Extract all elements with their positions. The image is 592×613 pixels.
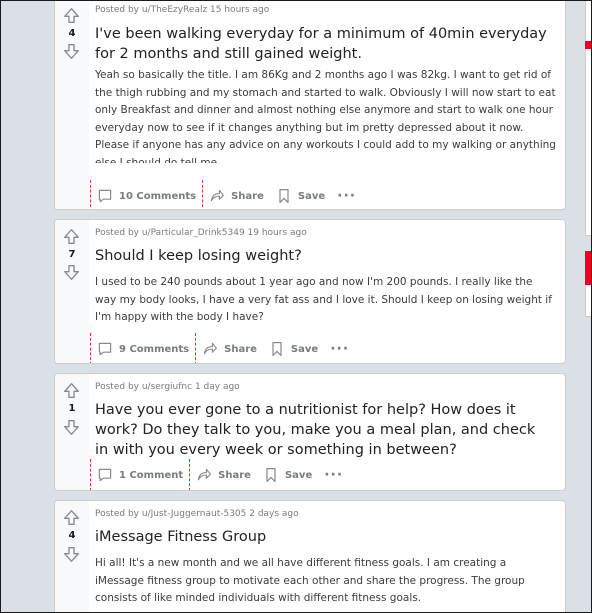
save-button[interactable]: Save xyxy=(263,336,324,362)
bookmark-icon xyxy=(266,468,276,482)
post-title[interactable]: I've been walking everyday for a minimum… xyxy=(95,24,555,64)
vote-score: 1 xyxy=(68,403,76,414)
post-actions: 10 Comments Share Save ··· xyxy=(90,180,362,209)
post-meta[interactable]: Posted by u/sergiufnc 1 day ago xyxy=(95,382,240,392)
vote-column: 1 xyxy=(55,374,89,490)
vote-column: 4 xyxy=(55,0,89,209)
comments-label: 9 Comments xyxy=(119,343,190,355)
sidebar-accent-bar-2 xyxy=(585,251,592,285)
vote-score: 7 xyxy=(68,249,76,260)
vote-score: 4 xyxy=(68,530,76,541)
share-label: Share xyxy=(231,190,264,202)
upvote-icon[interactable] xyxy=(63,7,80,24)
upvote-icon[interactable] xyxy=(63,509,80,526)
post-body[interactable]: Hi all! It's a new month and we all have… xyxy=(95,555,557,609)
share-icon xyxy=(210,189,225,202)
comment-icon xyxy=(98,189,112,203)
sidebar-accent-bar xyxy=(585,41,592,49)
comments-button[interactable]: 9 Comments xyxy=(91,336,195,362)
post-title[interactable]: Have you ever gone to a nutritionist for… xyxy=(95,400,547,460)
comments-button[interactable]: 1 Comment xyxy=(91,462,189,488)
bookmark-icon xyxy=(279,189,289,203)
share-button[interactable]: Share xyxy=(203,183,270,209)
share-icon xyxy=(198,468,212,481)
post-actions: 9 Comments Share Save ··· xyxy=(90,333,355,363)
post-meta[interactable]: Posted by u/Particular_Drink5349 19 hour… xyxy=(95,228,307,238)
comments-button[interactable]: 10 Comments xyxy=(91,183,202,209)
downvote-icon[interactable] xyxy=(63,264,80,281)
downvote-icon[interactable] xyxy=(63,43,80,60)
vote-column: 7 xyxy=(55,220,89,363)
post-card[interactable]: 7 Posted by u/Particular_Drink5349 19 ho… xyxy=(54,219,566,364)
save-button[interactable]: Save xyxy=(257,462,318,488)
save-label: Save xyxy=(290,343,319,355)
save-label: Save xyxy=(284,469,313,481)
more-options-icon[interactable]: ··· xyxy=(324,341,355,357)
upvote-icon[interactable] xyxy=(63,228,80,245)
post-body[interactable]: I used to be 240 pounds about 1 year ago… xyxy=(95,274,557,328)
downvote-icon[interactable] xyxy=(63,546,80,563)
share-label: Share xyxy=(224,343,257,355)
post-title[interactable]: iMessage Fitness Group xyxy=(95,527,555,547)
comments-label: 10 Comments xyxy=(119,190,197,202)
share-icon xyxy=(203,342,218,355)
post-meta[interactable]: Posted by u/TheEzyRealz 15 hours ago xyxy=(95,5,269,15)
post-actions: 1 Comment Share Save ··· xyxy=(90,459,349,490)
vote-score: 4 xyxy=(68,28,76,39)
save-label: Save xyxy=(297,190,326,202)
share-label: Share xyxy=(218,469,251,481)
save-button[interactable]: Save xyxy=(270,183,331,209)
post-meta[interactable]: Posted by u/Just-Juggernaut-5305 2 days … xyxy=(95,509,299,519)
more-options-icon[interactable]: ··· xyxy=(318,467,349,483)
share-button[interactable]: Share xyxy=(196,336,263,362)
comment-icon xyxy=(98,342,112,356)
post-card[interactable]: 4 Posted by u/Just-Juggernaut-5305 2 day… xyxy=(54,500,566,613)
post-body[interactable]: Yeah so basically the title. I am 86Kg a… xyxy=(95,67,557,163)
share-button[interactable]: Share xyxy=(190,462,257,488)
post-title[interactable]: Should I keep losing weight? xyxy=(95,246,555,266)
comment-icon xyxy=(98,468,112,482)
post-card[interactable]: 4 Posted by u/TheEzyRealz 15 hours ago I… xyxy=(54,0,566,210)
bookmark-icon xyxy=(272,342,282,356)
vote-column: 4 xyxy=(55,501,89,613)
comments-label: 1 Comment xyxy=(119,469,184,481)
downvote-icon[interactable] xyxy=(63,419,80,436)
post-card[interactable]: 1 Posted by u/sergiufnc 1 day ago Have y… xyxy=(54,373,566,491)
sidebar-card-edge xyxy=(585,0,592,236)
upvote-icon[interactable] xyxy=(63,382,80,399)
more-options-icon[interactable]: ··· xyxy=(331,188,362,204)
